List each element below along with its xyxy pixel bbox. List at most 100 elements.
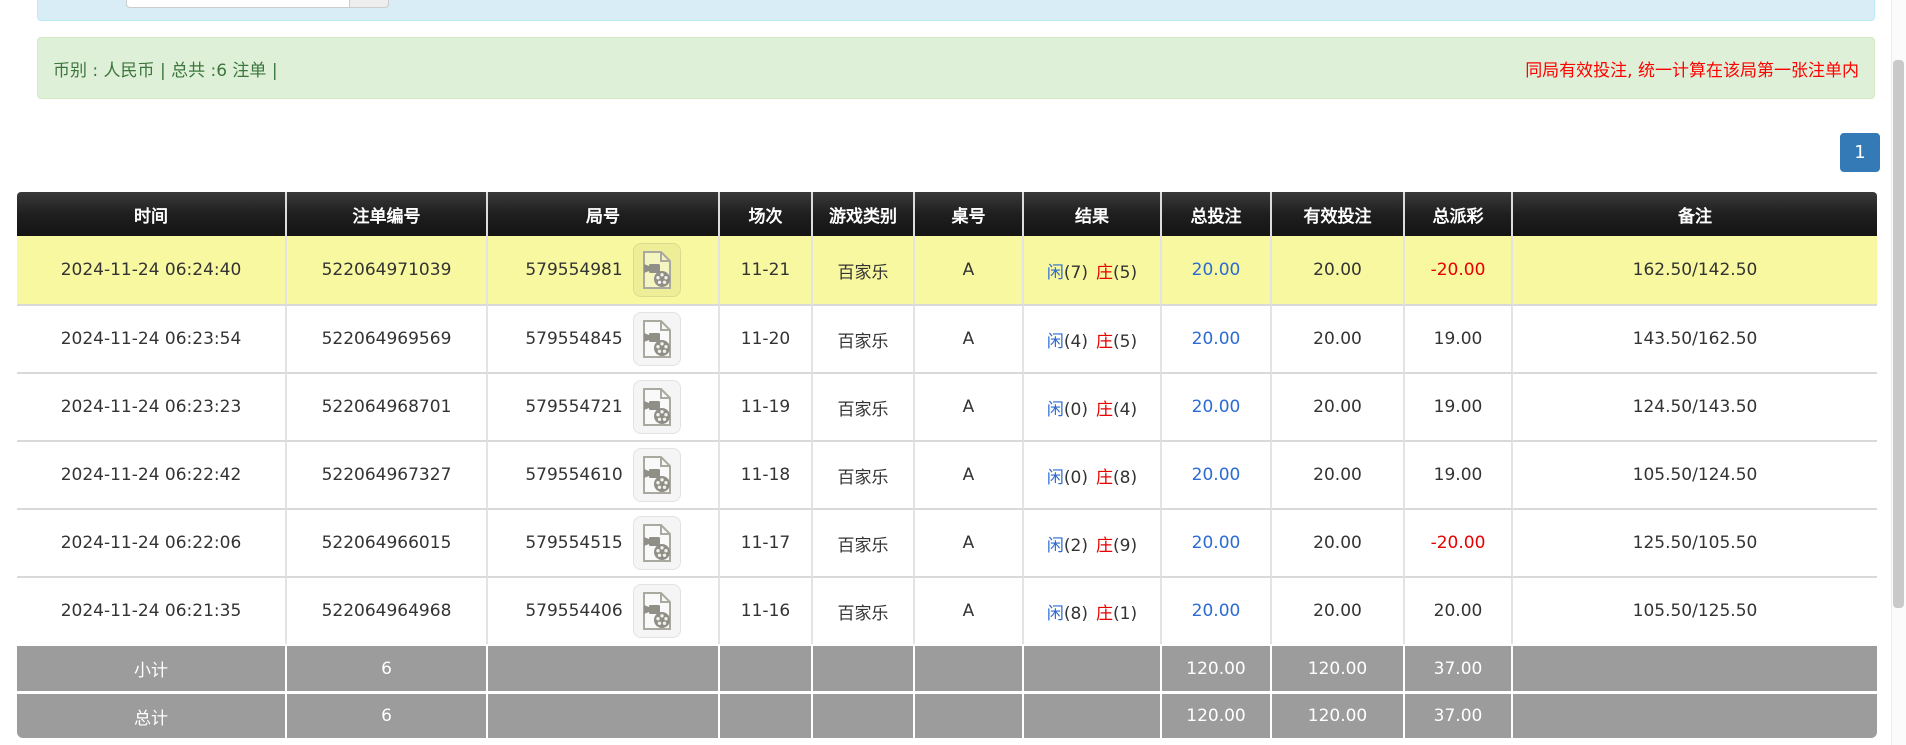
cell-total-bet: 20.00 [1162, 576, 1272, 644]
video-replay-button[interactable] [632, 516, 681, 570]
cell-table-code: A [915, 372, 1024, 440]
banker-label: 庄 [1096, 262, 1113, 283]
cell-game-type: 百家乐 [813, 236, 915, 304]
table-footer: 小计 6 120.00 120.00 37.00 总计 6 120.00 120… [17, 644, 1877, 738]
cell-time: 2024-11-24 06:22:06 [17, 508, 287, 576]
cell-round: 579554845 [488, 304, 720, 372]
cell-remark: 162.50/142.50 [1513, 236, 1877, 304]
cell-total-bet: 20.00 [1162, 508, 1272, 576]
cell-round: 579554721 [488, 372, 720, 440]
banker-score: (1) [1113, 603, 1138, 624]
column-header: 场次 [720, 192, 813, 236]
banker-score: (8) [1113, 467, 1138, 488]
summary-note: 同局有效投注, 统一计算在该局第一张注单内 [1525, 60, 1859, 81]
banker-score: (9) [1113, 535, 1138, 556]
cell-game-type: 百家乐 [813, 508, 915, 576]
cell-valid-bet: 20.00 [1272, 576, 1405, 644]
cell-round: 579554610 [488, 440, 720, 508]
footer-total-bet: 120.00 [1162, 644, 1272, 691]
total-bet-link[interactable]: 20.00 [1192, 601, 1241, 621]
round-id: 579554845 [525, 329, 623, 349]
total-bet-link[interactable]: 20.00 [1192, 329, 1241, 349]
video-replay-icon [642, 320, 671, 358]
cell-result: 闲(7) 庄(5) [1024, 236, 1162, 304]
column-header: 游戏类别 [813, 192, 915, 236]
cell-session: 11-19 [720, 372, 813, 440]
cell-valid-bet: 20.00 [1272, 440, 1405, 508]
cell-payout: 20.00 [1405, 576, 1513, 644]
table-row: 2024-11-24 06:23:23 522064968701 5795547… [17, 372, 1877, 440]
column-header: 总投注 [1162, 192, 1272, 236]
player-score: (2) [1063, 535, 1088, 556]
video-replay-button[interactable] [632, 584, 681, 638]
banker-score: (5) [1113, 262, 1138, 283]
scrollbar-thumb[interactable] [1893, 60, 1904, 608]
cell-result: 闲(0) 庄(4) [1024, 372, 1162, 440]
cell-time: 2024-11-24 06:23:54 [17, 304, 287, 372]
cell-table-code: A [915, 440, 1024, 508]
total-bet-link[interactable]: 20.00 [1192, 465, 1241, 485]
cell-payout: 19.00 [1405, 372, 1513, 440]
cell-total-bet: 20.00 [1162, 372, 1272, 440]
table-row: 2024-11-24 06:22:06 522064966015 5795545… [17, 508, 1877, 576]
video-replay-icon [642, 592, 671, 630]
table-row: 2024-11-24 06:24:40 522064971039 5795549… [17, 236, 1877, 304]
filter-panel-fragment [37, 0, 1875, 21]
table-body: 2024-11-24 06:24:40 522064971039 5795549… [17, 236, 1877, 644]
player-label: 闲 [1046, 535, 1064, 556]
column-header: 局号 [488, 192, 720, 236]
banker-label: 庄 [1096, 399, 1113, 420]
round-id: 579554406 [525, 601, 623, 621]
column-header: 桌号 [915, 192, 1024, 236]
cell-table-code: A [915, 508, 1024, 576]
video-replay-button[interactable] [632, 380, 681, 434]
column-header: 时间 [17, 192, 287, 236]
cell-time: 2024-11-24 06:24:40 [17, 236, 287, 304]
cell-game-type: 百家乐 [813, 440, 915, 508]
cell-time: 2024-11-24 06:22:42 [17, 440, 287, 508]
round-id: 579554981 [525, 260, 623, 280]
video-replay-button[interactable] [632, 243, 681, 297]
video-replay-button[interactable] [632, 312, 681, 366]
round-id: 579554721 [525, 397, 623, 417]
footer-valid-bet: 120.00 [1272, 644, 1405, 691]
column-header: 注单编号 [287, 192, 488, 236]
cell-time: 2024-11-24 06:21:35 [17, 576, 287, 644]
player-label: 闲 [1046, 399, 1064, 420]
cell-result: 闲(8) 庄(1) [1024, 576, 1162, 644]
pagination-page-1[interactable]: 1 [1840, 133, 1880, 172]
cell-remark: 143.50/162.50 [1513, 304, 1877, 372]
filter-input[interactable] [126, 0, 350, 8]
player-label: 闲 [1046, 603, 1064, 624]
cell-payout: 19.00 [1405, 304, 1513, 372]
summary-bar: 币别 : 人民币 | 总共 :6 注单 | 同局有效投注, 统一计算在该局第一张… [37, 37, 1875, 99]
cell-bet-id: 522064969569 [287, 304, 488, 372]
player-score: (8) [1063, 603, 1088, 624]
cell-time: 2024-11-24 06:23:23 [17, 372, 287, 440]
banker-label: 庄 [1096, 467, 1113, 488]
total-bet-link[interactable]: 20.00 [1192, 260, 1241, 280]
cell-result: 闲(2) 庄(9) [1024, 508, 1162, 576]
filter-addon-button[interactable] [349, 0, 389, 8]
cell-bet-id: 522064971039 [287, 236, 488, 304]
banker-label: 庄 [1096, 603, 1113, 624]
bet-records-page: 币别 : 人民币 | 总共 :6 注单 | 同局有效投注, 统一计算在该局第一张… [0, 0, 1906, 745]
player-score: (0) [1063, 467, 1088, 488]
cell-bet-id: 522064968701 [287, 372, 488, 440]
vertical-scrollbar[interactable] [1891, 0, 1906, 745]
table-row: 2024-11-24 06:23:54 522064969569 5795548… [17, 304, 1877, 372]
footer-payout: 37.00 [1405, 691, 1513, 738]
footer-count: 6 [287, 691, 488, 738]
table-row: 2024-11-24 06:21:35 522064964968 5795544… [17, 576, 1877, 644]
footer-payout: 37.00 [1405, 644, 1513, 691]
total-bet-link[interactable]: 20.00 [1192, 533, 1241, 553]
table-footer-row: 总计 6 120.00 120.00 37.00 [17, 691, 1877, 738]
cell-remark: 105.50/124.50 [1513, 440, 1877, 508]
column-header: 备注 [1513, 192, 1877, 236]
column-header: 结果 [1024, 192, 1162, 236]
video-replay-button[interactable] [632, 448, 681, 502]
cell-round: 579554515 [488, 508, 720, 576]
cell-game-type: 百家乐 [813, 576, 915, 644]
total-bet-link[interactable]: 20.00 [1192, 397, 1241, 417]
banker-label: 庄 [1096, 535, 1113, 556]
